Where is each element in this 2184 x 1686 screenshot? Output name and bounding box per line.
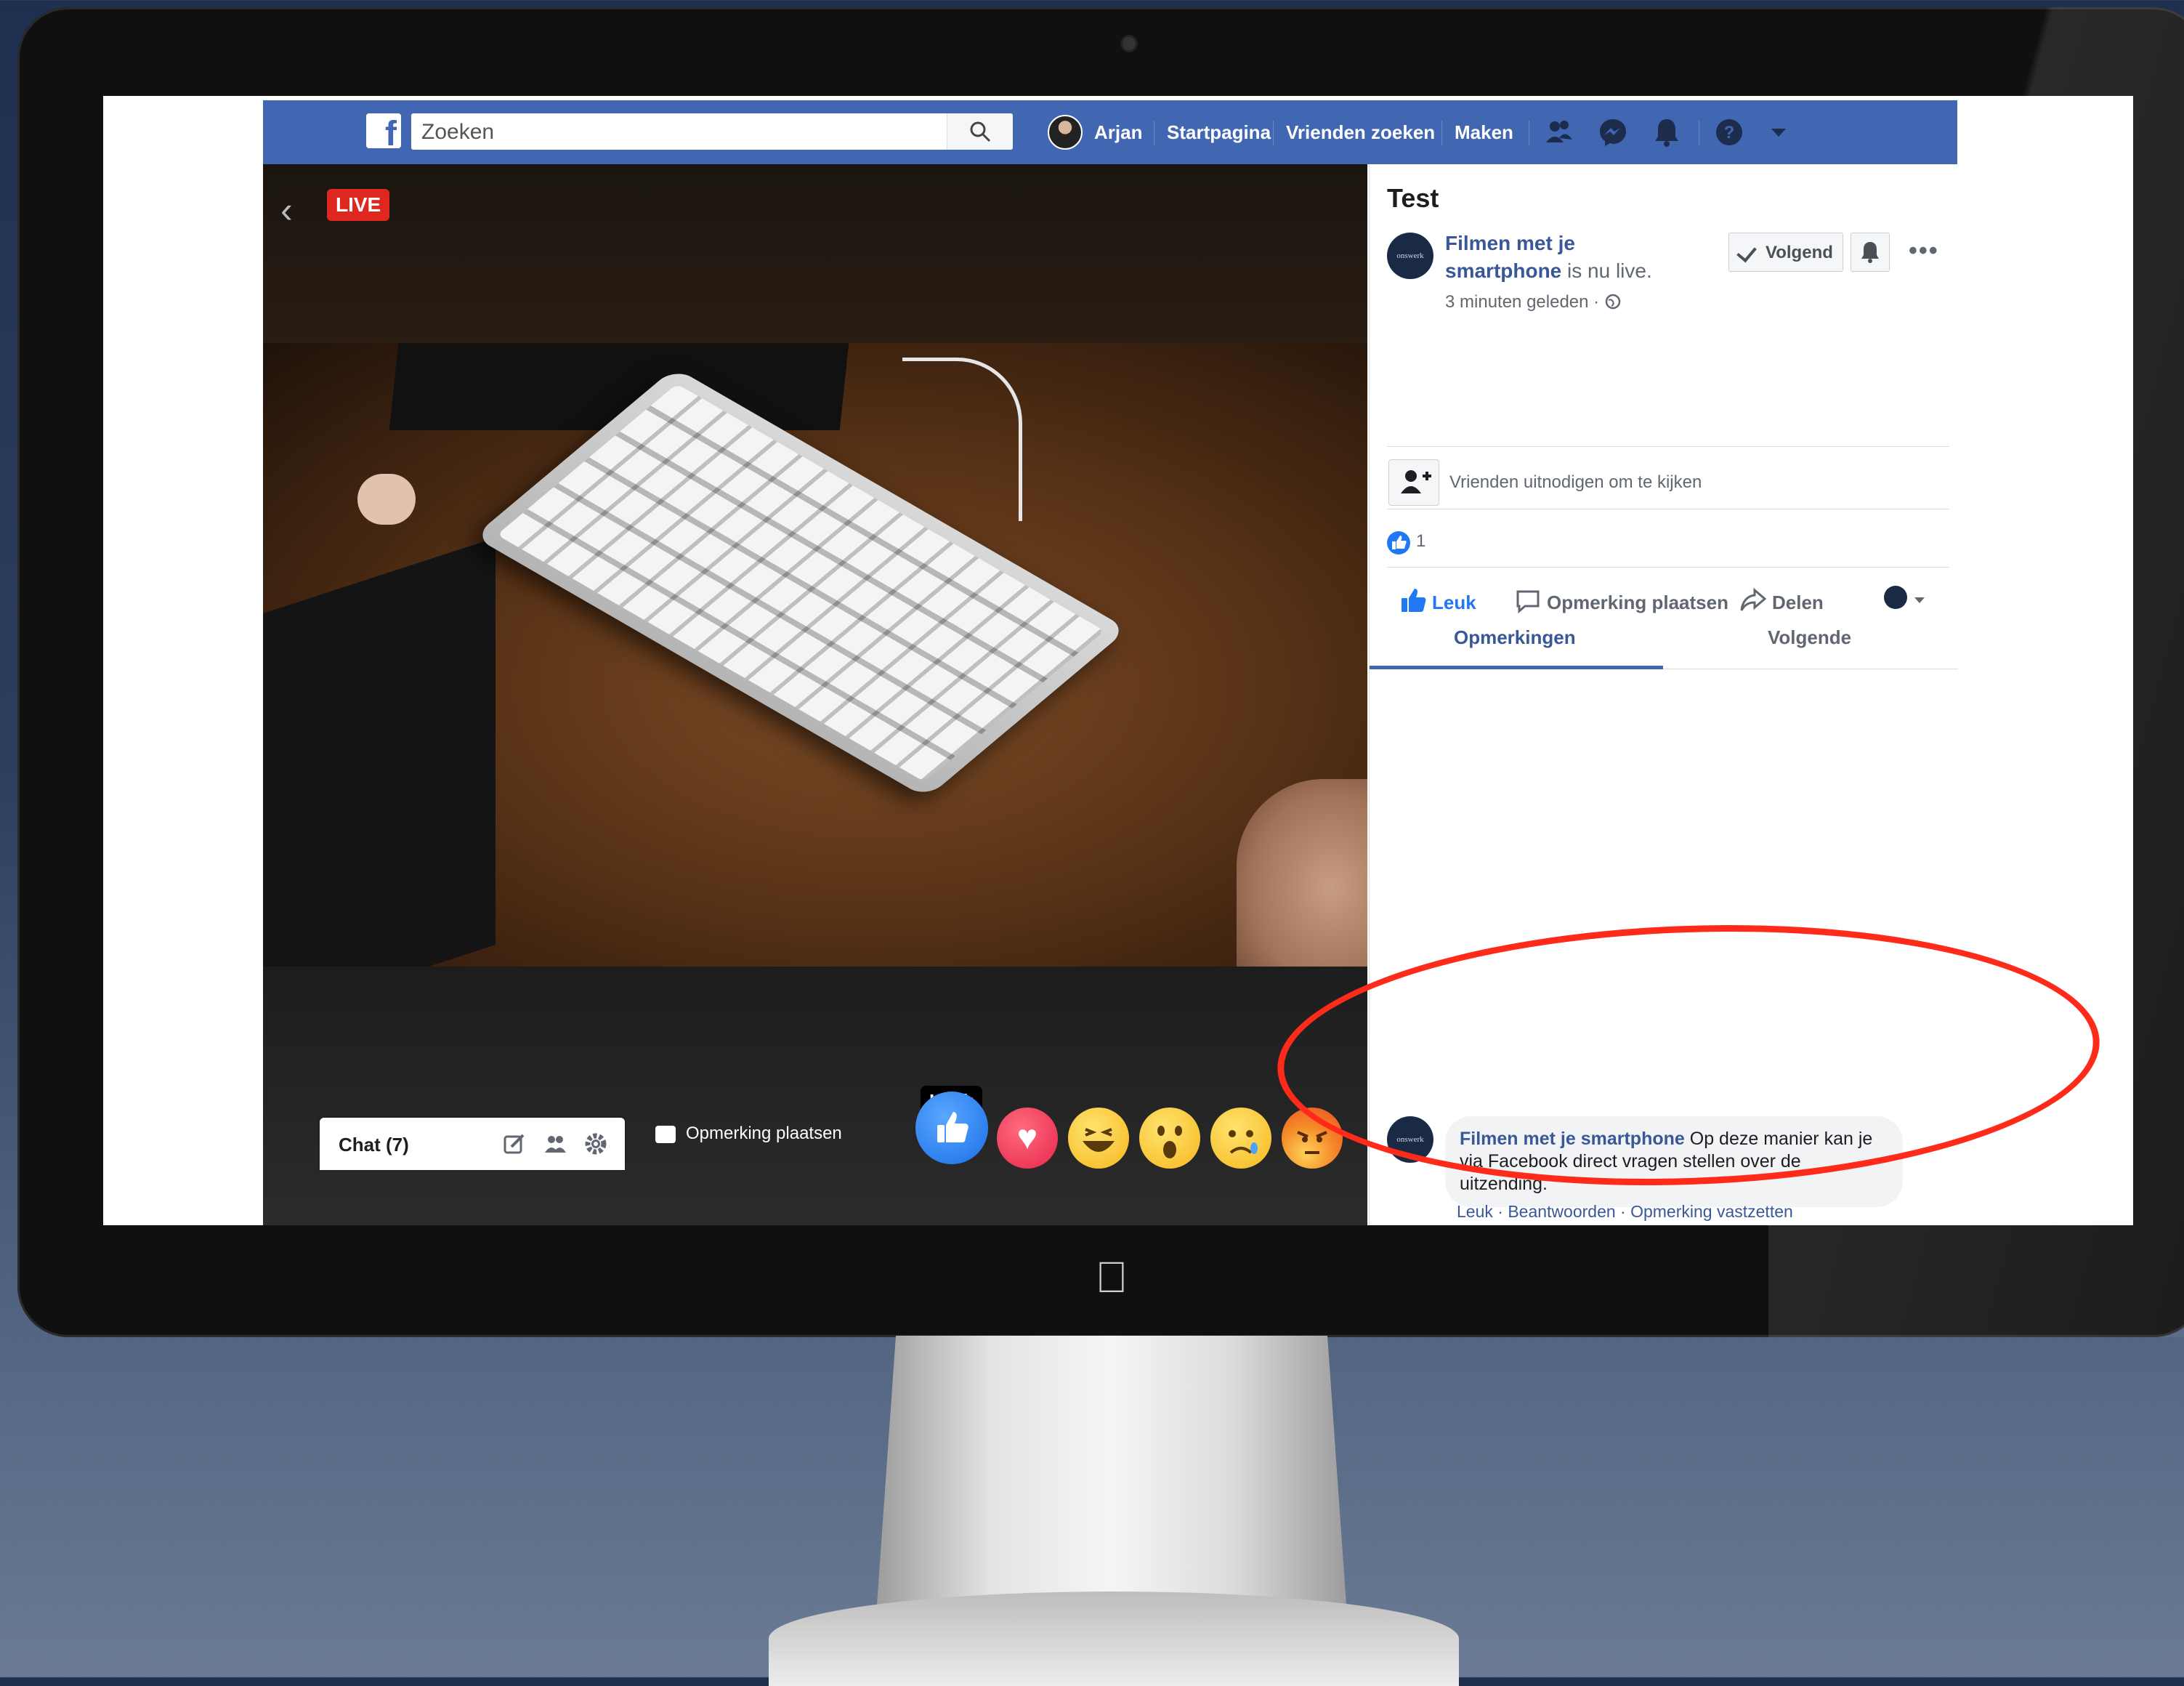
- comment-button[interactable]: Opmerking plaatsen: [1513, 586, 1728, 615]
- search-icon: [970, 121, 991, 142]
- notification-toggle-button[interactable]: [1851, 233, 1890, 272]
- globe-icon: [1605, 294, 1621, 310]
- chat-tab[interactable]: Chat (7): [320, 1118, 625, 1170]
- comment-icon: [655, 1125, 676, 1143]
- like-label: Leuk: [1432, 592, 1476, 613]
- add-friend-icon: [1401, 470, 1431, 493]
- camera: [1120, 35, 1138, 52]
- nav-profile-arjan[interactable]: Arjan: [1094, 100, 1142, 164]
- reaction-wow-icon[interactable]: [1139, 1108, 1200, 1169]
- reaction-like-icon[interactable]: [915, 1092, 988, 1164]
- video-keyboard: [473, 367, 1128, 799]
- page-name-link[interactable]: Filmen met je smartphone is nu live.: [1445, 230, 1685, 285]
- tab-comments[interactable]: Opmerkingen: [1454, 626, 1576, 649]
- nav-divider: [1441, 121, 1442, 145]
- like-count[interactable]: 1: [1416, 531, 1425, 552]
- back-chevron-icon[interactable]: ‹: [280, 192, 293, 228]
- search-input[interactable]: [420, 118, 960, 147]
- video-cable: [902, 358, 1022, 521]
- video-comment-button[interactable]: Opmerking plaatsen: [655, 1124, 842, 1144]
- search-button[interactable]: [947, 113, 1013, 150]
- video-comment-label: Opmerking plaatsen: [686, 1124, 842, 1143]
- messenger-icon[interactable]: [1597, 116, 1629, 148]
- facebook-logo-icon[interactable]: f: [366, 113, 401, 148]
- thumbs-up-icon: [1402, 589, 1426, 612]
- following-button[interactable]: Volgend: [1728, 233, 1843, 272]
- notifications-bell-icon[interactable]: [1651, 116, 1683, 148]
- active-tab-indicator: [1370, 666, 1663, 669]
- share-button[interactable]: Delen: [1739, 586, 1824, 615]
- share-label: Delen: [1772, 592, 1824, 613]
- caret-down-icon: [1914, 597, 1925, 603]
- video-frame: [263, 343, 1367, 1020]
- friends-icon[interactable]: [1543, 116, 1575, 148]
- search-box: [411, 113, 1013, 150]
- svg-text:?: ?: [1724, 123, 1735, 142]
- new-message-icon[interactable]: [501, 1131, 527, 1157]
- user-avatar[interactable]: [1048, 115, 1083, 150]
- live-status-text: is nu live.: [1567, 259, 1652, 282]
- post-title: Test: [1387, 183, 1439, 213]
- group-chat-icon[interactable]: [542, 1131, 568, 1157]
- comment-actions[interactable]: Leuk · Beantwoorden · Opmerking vastzett…: [1457, 1202, 1793, 1222]
- reaction-haha-icon[interactable]: [1068, 1108, 1129, 1169]
- chat-label: Chat (7): [339, 1134, 409, 1155]
- settings-gear-icon[interactable]: [583, 1131, 609, 1157]
- nav-home[interactable]: Startpagina: [1167, 100, 1271, 164]
- comment-bubble-icon: [1516, 590, 1540, 614]
- invite-friends-text[interactable]: Vrienden uitnodigen om te kijken: [1449, 472, 1702, 493]
- reaction-sad-icon[interactable]: [1210, 1108, 1271, 1169]
- comment-label: Opmerking plaatsen: [1547, 592, 1728, 613]
- page-name[interactable]: Filmen met je smartphone: [1445, 232, 1575, 282]
- bell-icon: [1861, 242, 1879, 263]
- like-count-icon: [1387, 531, 1410, 554]
- top-navigation-bar: f Arjan Startpagina Vrienden zoeken Make…: [263, 100, 1957, 164]
- divider: [1387, 446, 1949, 447]
- nav-find-friends[interactable]: Vrienden zoeken: [1286, 100, 1435, 164]
- post-as-selector[interactable]: [1884, 586, 1927, 610]
- help-icon[interactable]: ?: [1713, 116, 1745, 148]
- tab-following[interactable]: Volgende: [1768, 626, 1851, 649]
- nav-divider: [1273, 121, 1274, 145]
- page-avatar-small: [1884, 586, 1907, 609]
- more-options-icon[interactable]: •••: [1909, 237, 1939, 265]
- post-meta: 3 minuten geleden ·: [1445, 292, 1622, 312]
- caret-down-icon[interactable]: [1763, 116, 1795, 148]
- divider: [1387, 567, 1949, 568]
- video-letterbox-bottom: [263, 967, 1367, 1225]
- video-dark-object: [263, 538, 496, 1020]
- live-video-player[interactable]: ‹ LIVE Chat (7) Opmerking plaatsen Leuk …: [263, 164, 1367, 1225]
- live-badge: LIVE: [327, 189, 390, 221]
- nav-create[interactable]: Maken: [1455, 100, 1513, 164]
- invite-friends-button[interactable]: [1388, 459, 1439, 506]
- video-letterbox-top: [263, 164, 1367, 343]
- video-hand: [1237, 779, 1367, 997]
- like-button[interactable]: Leuk: [1399, 586, 1476, 615]
- post-time[interactable]: 3 minuten geleden ·: [1445, 292, 1599, 312]
- video-finger: [357, 474, 416, 525]
- monitor-foot: [769, 1592, 1459, 1686]
- page-avatar[interactable]: onswerk: [1387, 233, 1433, 279]
- apple-logo-icon: : [1090, 1256, 1133, 1299]
- reaction-love-icon[interactable]: ♥: [997, 1108, 1058, 1169]
- share-arrow-icon: [1740, 587, 1767, 611]
